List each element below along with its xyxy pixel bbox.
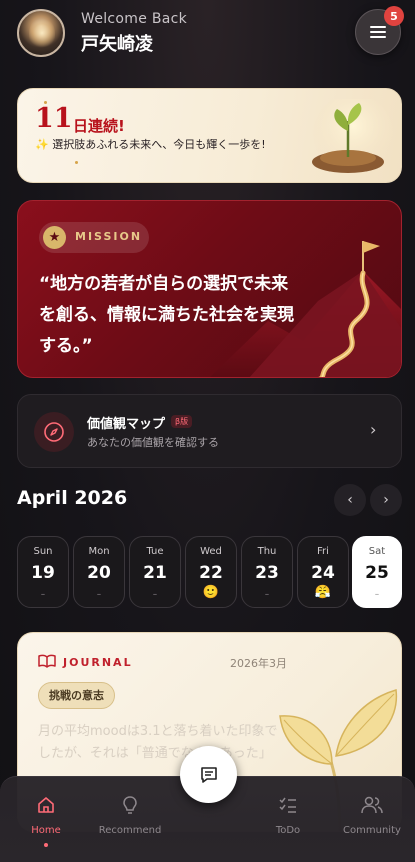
journal-tag: 挑戦の意志 [38,682,115,709]
day-mood: - [96,587,102,602]
tab-community[interactable]: Community [332,795,412,836]
avatar-photo [29,17,55,49]
star-icon: ★ [43,226,66,249]
chat-icon [200,766,217,783]
calendar-day-thu[interactable]: Thu 23 - [241,536,293,608]
day-date: 19 [31,563,55,583]
mission-badge: ★ MISSION [39,222,149,253]
username: 戸矢崎凌 [81,34,153,55]
journal-date: 2026年3月 [230,657,287,670]
calendar-day-tue[interactable]: Tue 21 - [129,536,181,608]
tab-todo[interactable]: ToDo [248,795,328,836]
day-name: Sun [33,546,53,557]
chevron-right-icon: › [370,420,377,439]
lightbulb-icon [123,796,137,814]
day-date: 24 [311,563,335,583]
values-map-title: 価値観マップ [87,417,166,432]
streak-message-text: 選択肢あふれる未来へ、今日も輝く一歩を! [52,138,266,151]
chat-fab-button[interactable] [180,746,237,803]
calendar-day-sat[interactable]: Sat 25 - [352,536,402,608]
values-map-card[interactable]: 価値観マップ β版 あなたの価値観を確認する › [17,394,402,468]
values-map-subtitle: あなたの価値観を確認する [87,436,219,449]
streak-card[interactable]: 11 日連続! ✨ 選択肢あふれる未来へ、今日も輝く一歩を! [17,88,402,183]
mission-quote: “地方の若者が自らの選択で未来を創る、情報に満ちた社会を実現する。” [39,274,294,356]
streak-days: 11 [35,103,73,134]
notification-badge: 5 [384,6,404,26]
calendar-day-sun[interactable]: Sun 19 - [17,536,69,608]
home-icon [38,797,54,813]
avatar[interactable] [17,9,65,57]
day-date: 20 [87,563,111,583]
day-name: Wed [200,546,222,557]
day-date: 23 [255,563,279,583]
mission-card[interactable]: ★ MISSION “地方の若者が自らの選択で未来を創る、情報に満ちた社会を実現… [17,200,402,378]
sparkle-icon: ✨ [35,138,49,151]
tab-community-label: Community [343,825,401,836]
day-mood: - [152,587,158,602]
day-date: 25 [365,563,389,583]
welcome-text: Welcome Back [81,11,188,27]
active-tab-indicator [44,843,48,847]
streak-label: 日連続! [73,117,125,135]
day-date: 21 [143,563,167,583]
day-mood: - [40,587,46,602]
mood-emoji-icon: 😤 [314,585,332,600]
mood-emoji-icon: 🙂 [202,585,220,600]
hamburger-icon [370,26,386,38]
day-mood: - [264,587,270,602]
tab-recommend[interactable]: Recommend [90,795,170,836]
calendar-day-fri[interactable]: Fri 24 😤 [297,536,349,608]
day-name: Mon [88,546,110,557]
sparkle-dot [75,161,78,164]
header: Welcome Back 戸矢崎凌 5 [0,0,415,80]
calendar-day-wed[interactable]: Wed 22 🙂 [185,536,237,608]
day-name: Fri [317,546,329,557]
day-name: Tue [146,546,164,557]
tab-home[interactable]: Home [6,795,86,836]
users-icon [361,796,383,814]
tab-home-label: Home [31,825,61,836]
calendar-day-mon[interactable]: Mon 20 - [73,536,125,608]
chevron-right-icon: › [383,492,389,508]
prev-week-button[interactable]: ‹ [334,484,366,516]
tab-recommend-label: Recommend [98,825,162,836]
checklist-icon [279,797,296,813]
compass-icon [34,412,74,452]
beta-badge: β版 [171,415,193,428]
streak-message: ✨ 選択肢あふれる未来へ、今日も輝く一歩を! [35,137,275,153]
book-icon [38,654,56,668]
chevron-left-icon: ‹ [347,492,353,508]
day-name: Thu [257,546,277,557]
tab-todo-label: ToDo [275,825,301,836]
sprout-icon [312,99,393,174]
day-name: Sat [368,546,386,557]
mission-label: MISSION [75,230,143,243]
calendar-month: April 2026 [17,487,128,509]
next-week-button[interactable]: › [370,484,402,516]
journal-text: 月の平均moodは3.1と落ち着いた印象でしたが、それは「普通でなんかあった」 [38,724,278,761]
day-date: 22 [199,563,223,583]
day-mood: - [374,587,380,602]
journal-label: JOURNAL [63,656,133,669]
